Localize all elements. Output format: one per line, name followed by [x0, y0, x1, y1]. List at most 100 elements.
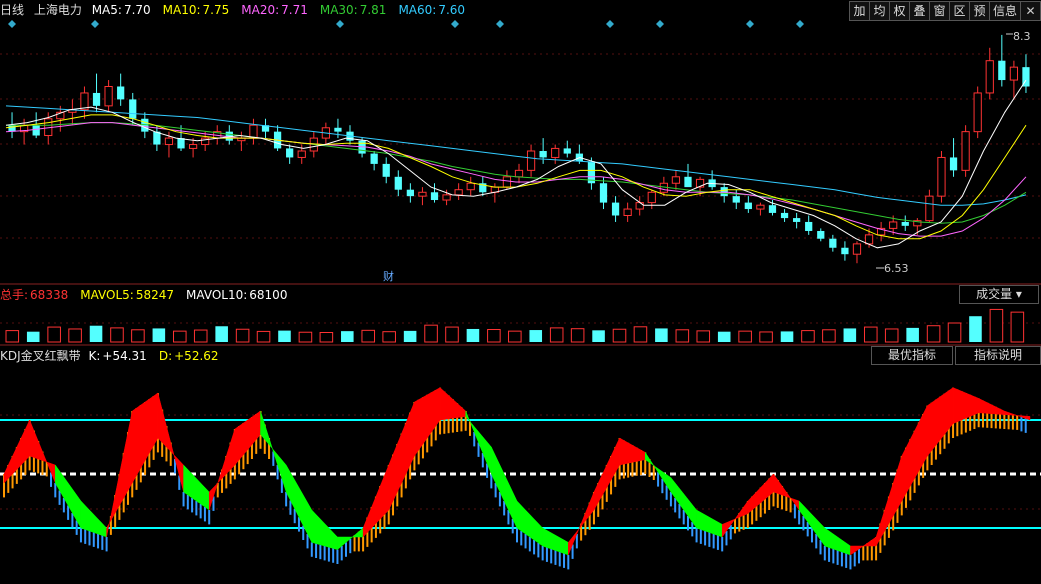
ma-legend-item: MA10: 7.75: [163, 3, 236, 17]
info-diamond-icon: [606, 20, 614, 28]
ma-legend-item: MA60: 7.60: [398, 3, 471, 17]
volume-bar: [319, 332, 334, 343]
candle-body: [635, 202, 644, 210]
volume-legend-item: MAVOL10: 68100: [186, 288, 293, 302]
kdj-legend-value: +54.31: [102, 349, 147, 363]
candle-body: [817, 230, 825, 239]
volume-bar: [969, 316, 982, 342]
candle-body: [901, 221, 909, 226]
volume-bar: [989, 308, 1004, 343]
kdj-legend-label: D:: [158, 349, 173, 363]
volume-bar: [26, 331, 40, 342]
candle-body: [370, 153, 378, 164]
volume-bar: [675, 329, 690, 343]
info-diamond-icon: [451, 20, 459, 28]
finance-marker[interactable]: 财: [383, 268, 394, 284]
ma-legend-label: MA60:: [398, 3, 437, 17]
candle-body: [841, 247, 849, 255]
volume-bar: [822, 329, 836, 343]
candle-body: [611, 202, 620, 216]
candle-body: [793, 218, 801, 222]
ma-legend-label: MA10:: [162, 3, 201, 17]
volume-bar: [947, 322, 962, 343]
volume-bar: [906, 327, 919, 342]
range-button[interactable]: 区: [949, 1, 970, 21]
volume-bar: [633, 326, 648, 343]
volume-bar: [256, 330, 271, 343]
volume-bar: [884, 328, 899, 343]
moving-average-button[interactable]: 均: [869, 1, 890, 21]
candle-body: [117, 86, 125, 100]
volume-bar: [612, 328, 627, 343]
window-button[interactable]: 窗: [929, 1, 950, 21]
stock-name: 上海电力: [33, 3, 82, 17]
candle-body: [454, 189, 463, 196]
candle-body: [502, 176, 512, 188]
candle-body: [249, 124, 258, 139]
indicator-help-button[interactable]: 指标说明: [955, 346, 1041, 365]
candle-body: [514, 169, 524, 178]
volume-bar: [1010, 311, 1025, 343]
info-diamond-icon: [796, 20, 804, 28]
volume-legend: 总手: 68338 MAVOL5: 58247 MAVOL10: 68100: [0, 288, 299, 302]
candle-body: [732, 196, 740, 203]
volume-bar: [696, 330, 711, 343]
info-button[interactable]: 信息: [989, 1, 1021, 21]
volume-bar: [193, 329, 208, 343]
ma-legend-value: 7.70: [123, 3, 151, 17]
kdj-legend-item: D: +52.62: [159, 349, 225, 363]
volume-bar: [361, 329, 376, 343]
volume-bar: [110, 327, 124, 343]
candle-body: [684, 176, 692, 188]
candle-body: [188, 144, 198, 149]
ma-legend-item: MA30: 7.81: [320, 3, 393, 17]
volume-legend-label: MAVOL5:: [80, 288, 134, 302]
candle-body: [563, 148, 571, 154]
best-indicator-button[interactable]: 最优指标: [871, 346, 953, 365]
candle-body: [32, 125, 40, 136]
candle-body: [104, 86, 113, 107]
volume-indicator-dropdown[interactable]: 成交量 ▾: [959, 285, 1039, 304]
candle-body: [406, 189, 414, 197]
kdj-ribbon-segment: [978, 397, 1005, 415]
volume-bar: [570, 328, 585, 343]
overlay-button[interactable]: 叠: [909, 1, 930, 21]
candle-body: [164, 137, 174, 146]
volume-bar: [549, 327, 564, 343]
volume-bar: [738, 330, 752, 343]
candle-body: [864, 234, 874, 245]
volume-bar: [801, 330, 815, 343]
volume-bar: [298, 331, 313, 343]
forecast-button[interactable]: 预: [969, 1, 990, 21]
candle-body: [599, 183, 608, 203]
candle-body: [780, 212, 789, 219]
volume-legend-label: 总手:: [0, 288, 29, 302]
candle-body: [430, 192, 439, 201]
candle-body: [551, 147, 560, 158]
rights-adjust-button[interactable]: 权: [889, 1, 910, 21]
ma-legend-item: MA20: 7.71: [241, 3, 314, 17]
candle-body: [394, 176, 402, 190]
candle-body: [805, 221, 813, 231]
candle-body: [623, 208, 632, 217]
info-diamond-icon: [91, 20, 99, 28]
candle-body: [286, 148, 294, 158]
chart-toolbar: 加 均 权 叠 窗 区 预 信息 ✕: [849, 1, 1041, 21]
candle-body: [539, 151, 547, 158]
candle-body: [937, 156, 946, 197]
volume-bar: [89, 325, 103, 342]
volume-bar: [863, 326, 878, 343]
close-icon[interactable]: ✕: [1020, 1, 1041, 21]
volume-bar: [759, 331, 773, 343]
add-overlay-button[interactable]: 加: [849, 1, 870, 21]
volume-bar: [466, 328, 480, 342]
kdj-header: KDJ金叉红飘带 K: +54.31 D: +52.62: [0, 348, 237, 364]
ma-legend-label: MA30:: [319, 3, 358, 17]
high-price-label: 8.3: [1013, 30, 1031, 43]
candle-body: [526, 150, 536, 171]
candle-body: [297, 150, 306, 158]
candle-body: [382, 163, 390, 177]
volume-bar: [152, 328, 166, 342]
info-diamond-icon: [8, 20, 16, 28]
period-label: 日线: [0, 3, 25, 17]
